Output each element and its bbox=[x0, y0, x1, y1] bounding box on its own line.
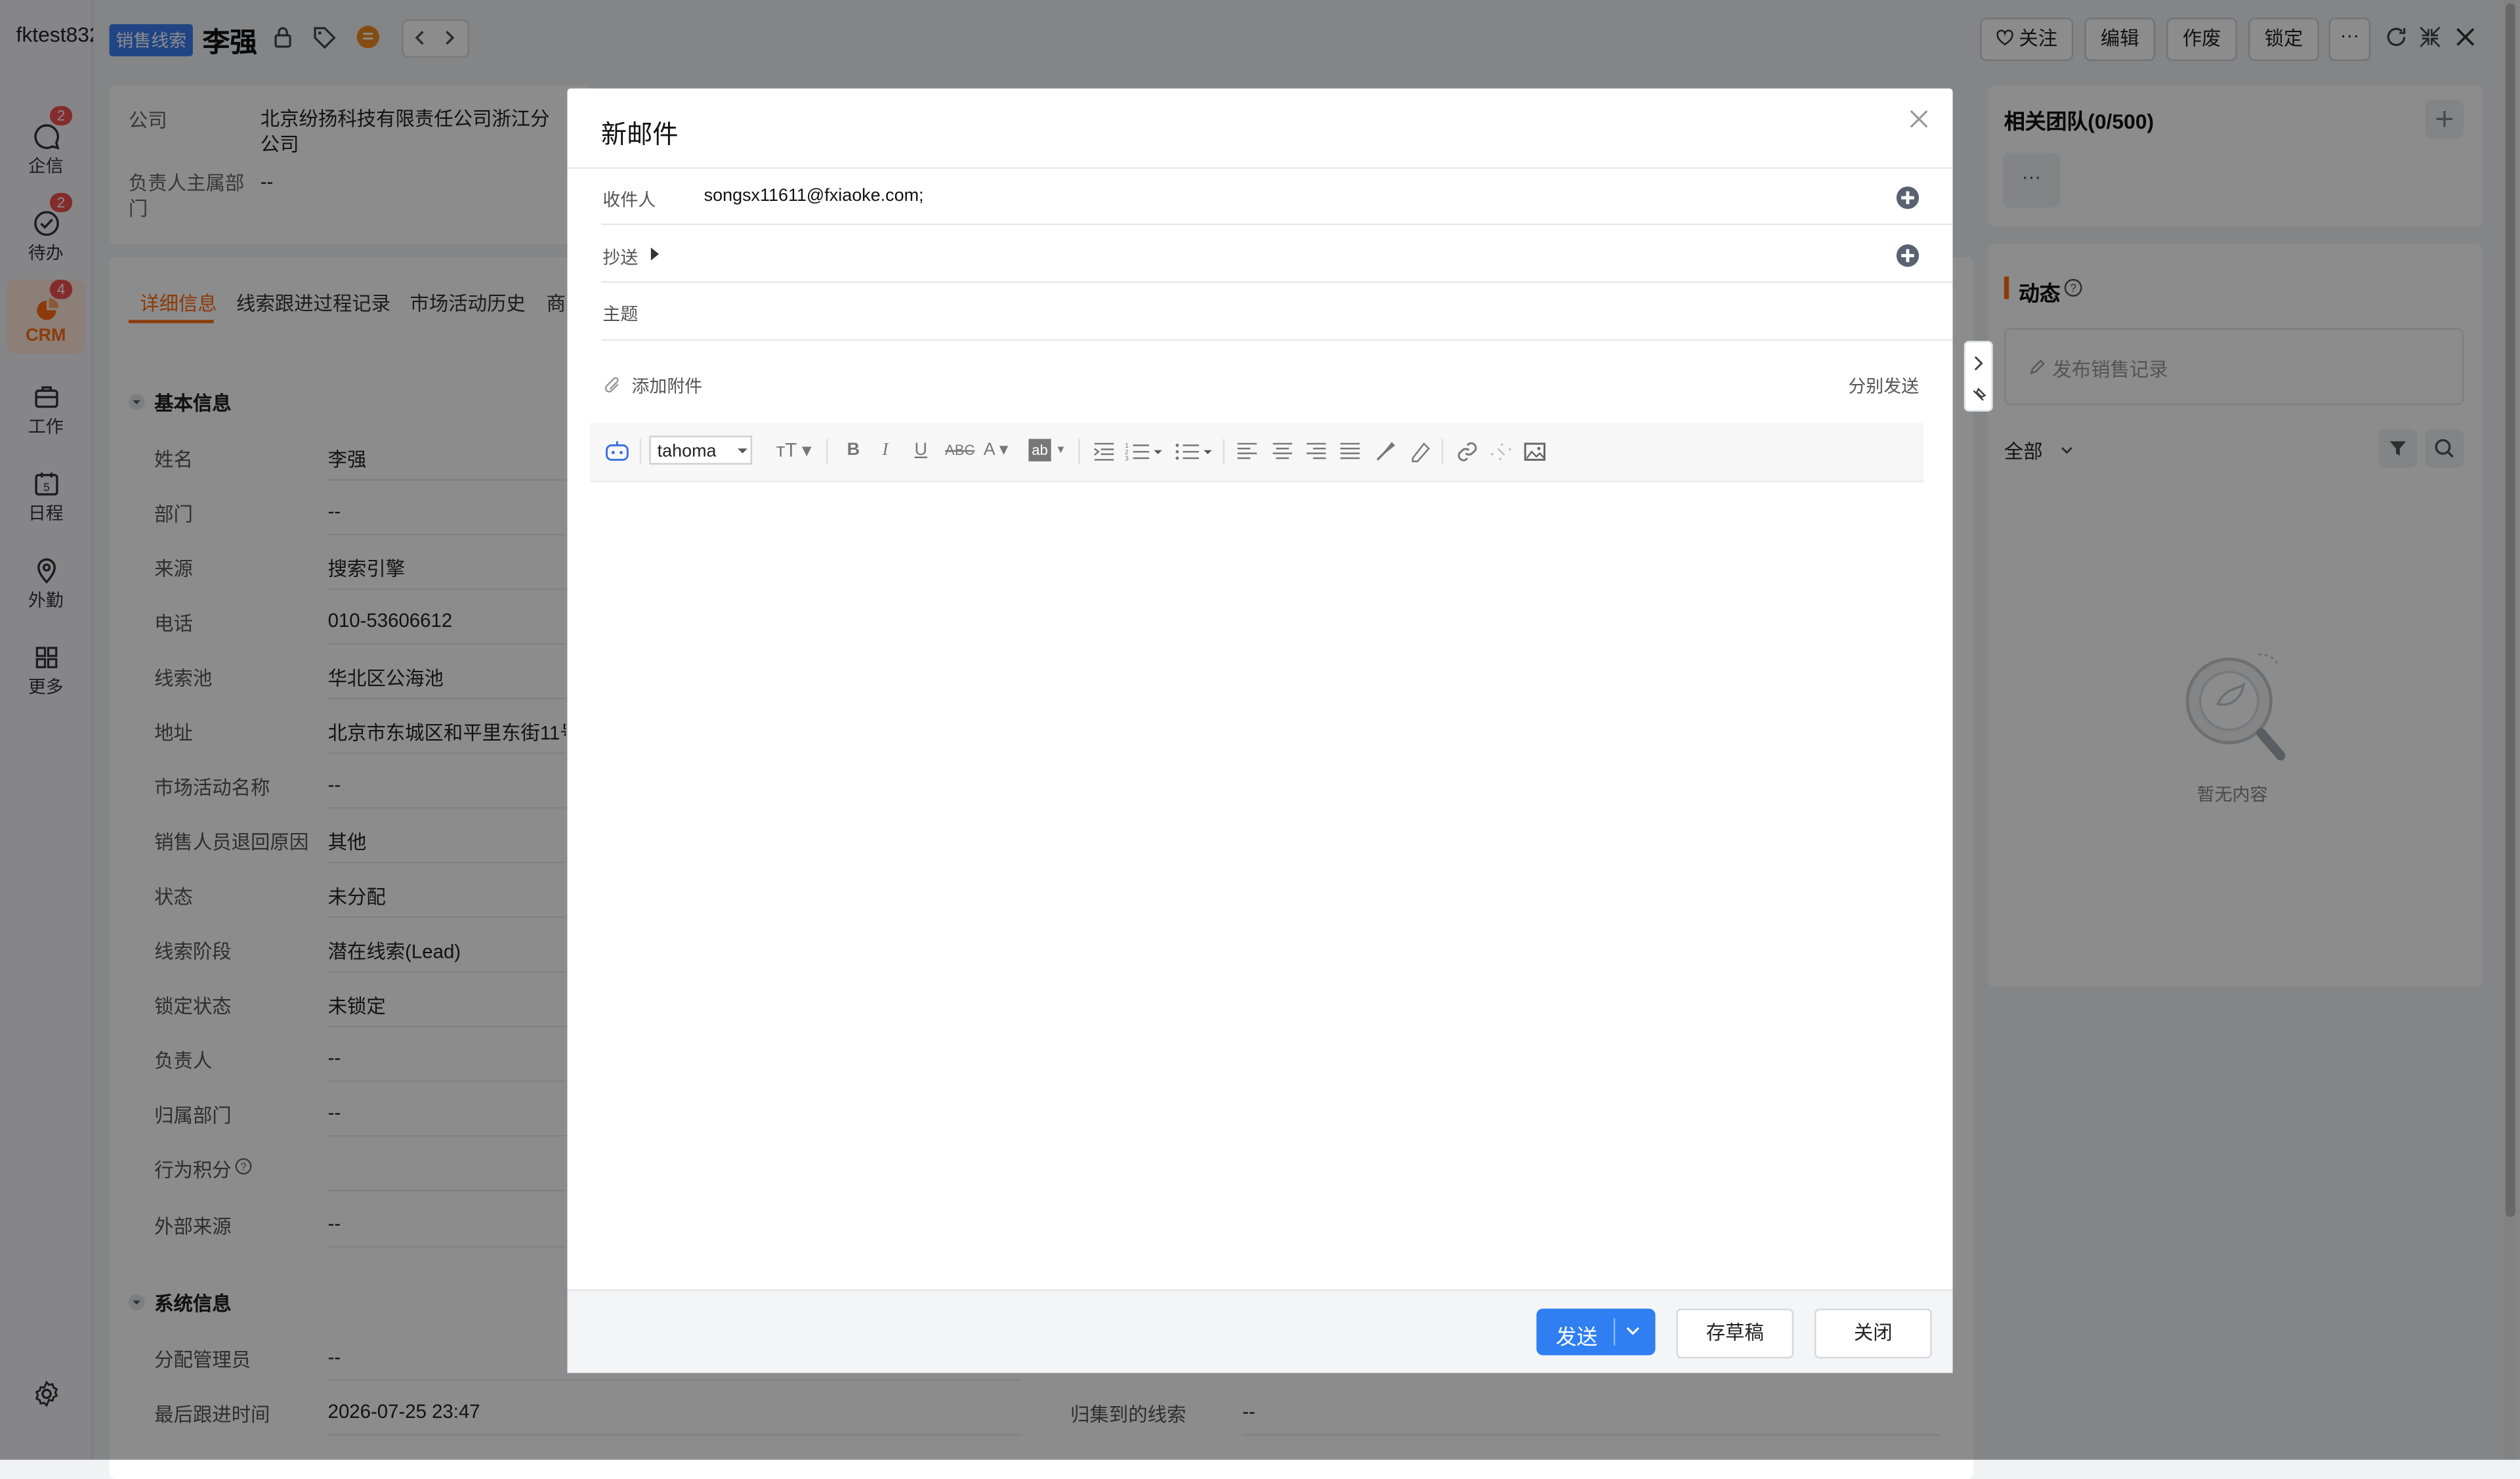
align-right-icon[interactable] bbox=[1305, 440, 1328, 463]
subject-input[interactable] bbox=[704, 291, 1893, 330]
bullet-list-icon[interactable] bbox=[1175, 440, 1213, 463]
font-color-icon[interactable]: A ▾ bbox=[984, 439, 1009, 461]
chevron-right-icon bbox=[1974, 356, 1983, 371]
subject-label: 主题 bbox=[602, 305, 639, 325]
unlink-icon[interactable] bbox=[1490, 440, 1512, 463]
side-panel-toggle[interactable] bbox=[1964, 341, 1993, 412]
send-label: 发送 bbox=[1555, 1324, 1598, 1349]
paperclip-icon bbox=[604, 377, 619, 393]
font-family-select[interactable]: tahoma bbox=[649, 435, 753, 465]
ai-robot-icon[interactable] bbox=[604, 439, 630, 463]
field-divider bbox=[600, 339, 1953, 341]
link-icon[interactable] bbox=[1456, 440, 1479, 463]
send-button[interactable]: 发送 bbox=[1536, 1308, 1656, 1356]
add-attachment-button[interactable]: 添加附件 bbox=[631, 373, 702, 398]
toolbar-divider bbox=[1441, 439, 1444, 465]
ordered-list-icon[interactable]: 123 bbox=[1125, 440, 1164, 463]
to-label: 收件人 bbox=[602, 191, 656, 211]
align-center-icon[interactable] bbox=[1271, 440, 1293, 463]
close-dialog-button[interactable]: 关闭 bbox=[1814, 1308, 1932, 1359]
align-justify-icon[interactable] bbox=[1339, 440, 1361, 463]
send-divider bbox=[1613, 1318, 1616, 1346]
bold-icon[interactable]: B bbox=[847, 439, 860, 461]
italic-icon[interactable]: I bbox=[883, 439, 889, 461]
svg-text:3: 3 bbox=[1125, 456, 1129, 463]
align-left-icon[interactable] bbox=[1236, 440, 1258, 463]
save-draft-button[interactable]: 存草稿 bbox=[1676, 1308, 1794, 1359]
separate-send-toggle[interactable]: 分别发送 bbox=[1848, 373, 1919, 398]
add-recipient-icon[interactable] bbox=[1896, 186, 1920, 209]
dialog-title: 新邮件 bbox=[600, 122, 679, 150]
eraser-icon[interactable] bbox=[1408, 440, 1430, 463]
strikethrough-icon[interactable]: ABC bbox=[945, 439, 975, 461]
dialog-footer: 发送 存草稿 关闭 bbox=[567, 1289, 1953, 1373]
rich-text-toolbar: tahoma тT ▾ B I U ABC A ▾ ab ▾ 123 bbox=[589, 423, 1924, 482]
toolbar-divider bbox=[1078, 439, 1080, 465]
indent-icon[interactable] bbox=[1093, 440, 1115, 463]
toolbar-divider bbox=[826, 439, 828, 465]
highlight-dropdown-icon[interactable]: ▾ bbox=[1057, 439, 1064, 461]
caret-right-icon[interactable] bbox=[648, 246, 661, 262]
email-body-editor[interactable] bbox=[590, 482, 1924, 1278]
app-root: fktest832 企信 2 待办 2 CRM 4 工作 5 日程 外勤 更多 … bbox=[0, 0, 2520, 1479]
to-input[interactable]: songsx11611@fxiaoke.com; bbox=[704, 186, 924, 205]
new-email-dialog: 新邮件 收件人 songsx11611@fxiaoke.com; 抄送 主题 添… bbox=[567, 88, 1953, 1373]
highlight-color-icon[interactable]: ab bbox=[1028, 439, 1051, 461]
format-painter-icon[interactable] bbox=[1374, 440, 1396, 463]
cc-label: 抄送 bbox=[602, 249, 639, 268]
dialog-header-divider bbox=[567, 167, 1953, 169]
add-cc-icon[interactable] bbox=[1896, 244, 1920, 267]
field-divider bbox=[600, 281, 1953, 284]
toolbar-divider bbox=[639, 439, 642, 465]
pin-icon bbox=[1973, 387, 1986, 401]
font-size-icon[interactable]: тT ▾ bbox=[776, 439, 812, 461]
image-icon[interactable] bbox=[1524, 440, 1546, 463]
field-divider bbox=[600, 223, 1953, 225]
toolbar-divider bbox=[1223, 439, 1225, 465]
chevron-down-icon[interactable] bbox=[1625, 1323, 1641, 1339]
underline-icon[interactable]: U bbox=[914, 439, 927, 461]
close-icon[interactable] bbox=[1908, 108, 1930, 130]
